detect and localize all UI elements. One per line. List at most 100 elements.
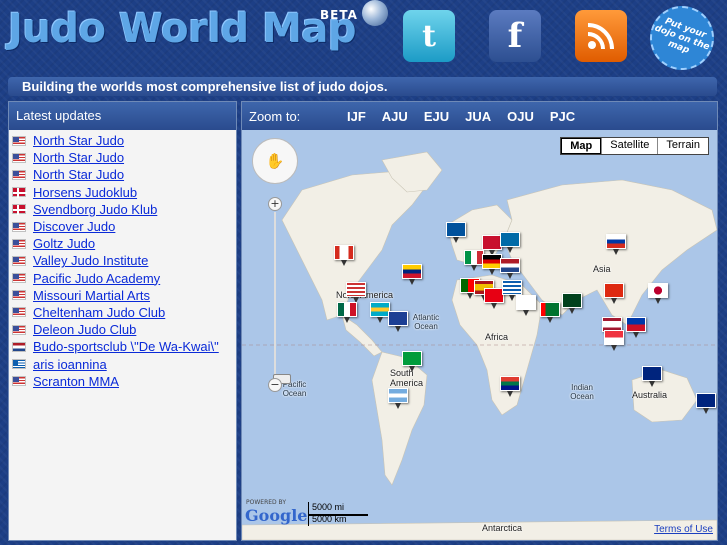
list-item: Pacific Judo Academy: [9, 270, 236, 287]
label-africa: Africa: [485, 332, 509, 342]
map-pin-argentina[interactable]: [388, 388, 408, 409]
map-pin-israel[interactable]: [516, 295, 536, 316]
tagline: Building the worlds most comprehensive l…: [8, 77, 717, 96]
map-pin-pakistan[interactable]: [562, 293, 582, 314]
globe-icon: [362, 0, 388, 26]
map-pin-philippines[interactable]: [626, 317, 646, 338]
map-type-map[interactable]: Map: [561, 138, 602, 154]
label-antarctica: Antarctica: [482, 523, 523, 533]
rss-icon: [587, 23, 614, 50]
map-pin-china[interactable]: [604, 283, 624, 304]
dojo-link[interactable]: Valley Judo Institute: [33, 253, 148, 268]
map-pin-venezuela[interactable]: [402, 264, 422, 285]
dojo-link[interactable]: Budo-sportsclub \"De Wa-Kwai\": [33, 339, 219, 354]
label-indian-ocean: Indian Ocean: [570, 383, 594, 401]
zoom-link-jua[interactable]: JUA: [465, 109, 491, 124]
list-item: aris ioannina: [9, 355, 236, 372]
map-type-control: Map Satellite Terrain: [560, 137, 709, 155]
map-pin-europe-3[interactable]: [464, 250, 484, 271]
powered-by-label: POWERED BY: [246, 499, 287, 506]
list-item: Discover Judo: [9, 218, 236, 235]
facebook-button[interactable]: f: [489, 10, 541, 62]
dojo-link[interactable]: Svendborg Judo Klub: [33, 202, 157, 217]
list-item: Missouri Martial Arts: [9, 287, 236, 304]
zoom-bar: Zoom to: IJF AJU EJU JUA OJU PJC: [242, 102, 717, 130]
map-pin-new-zealand-2[interactable]: [696, 393, 716, 414]
map-pin-canada[interactable]: [334, 245, 354, 266]
map-pin-new-zealand[interactable]: [642, 366, 662, 387]
dojo-link[interactable]: North Star Judo: [33, 133, 124, 148]
map-type-satellite[interactable]: Satellite: [601, 138, 657, 154]
zoom-label: Zoom to:: [249, 108, 301, 124]
map-pin-uae[interactable]: [540, 302, 560, 323]
map-pin-greece[interactable]: [502, 280, 522, 301]
world-map[interactable]: North America Atlantic Ocean Pacific Oce…: [242, 130, 717, 540]
dojo-link[interactable]: Missouri Martial Arts: [33, 288, 150, 303]
dojo-link[interactable]: Pacific Judo Academy: [33, 271, 160, 286]
us-flag-icon: [12, 152, 26, 163]
dojo-link[interactable]: Scranton MMA: [33, 374, 119, 389]
map-pin-singapore[interactable]: [604, 330, 624, 351]
map-pin-south-africa[interactable]: [500, 376, 520, 397]
dojo-link[interactable]: aris ioannina: [33, 357, 107, 372]
facebook-icon: f: [507, 16, 523, 56]
list-item: Budo-sportsclub \"De Wa-Kwai\": [9, 338, 236, 355]
dojo-link[interactable]: Deleon Judo Club: [33, 322, 136, 337]
dojo-link[interactable]: North Star Judo: [33, 150, 124, 165]
list-item: Cheltenham Judo Club: [9, 304, 236, 321]
map-pin-bahamas[interactable]: [370, 302, 390, 323]
map-pin-europe-2[interactable]: [500, 232, 520, 253]
map-pin-iceland[interactable]: [446, 222, 466, 243]
map-pin-usa[interactable]: [346, 282, 366, 303]
hand-icon: ✋: [265, 152, 285, 170]
latest-updates-list: North Star Judo North Star Judo North St…: [9, 130, 236, 390]
zoom-slider-track[interactable]: [273, 212, 291, 384]
dojo-link[interactable]: Horsens Judoklub: [33, 185, 137, 200]
us-flag-icon: [12, 273, 26, 284]
zoom-in-button[interactable]: +: [268, 197, 282, 211]
zoom-link-oju[interactable]: OJU: [507, 109, 534, 124]
list-item: Valley Judo Institute: [9, 252, 236, 269]
zoom-link-pjc[interactable]: PJC: [550, 109, 575, 124]
map-pin-mexico[interactable]: [337, 302, 357, 323]
rss-button[interactable]: [575, 10, 627, 62]
map-pin-caribbean[interactable]: [388, 311, 408, 332]
us-flag-icon: [12, 290, 26, 301]
latest-updates-panel: Latest updates North Star Judo North Sta…: [8, 101, 237, 541]
map-pin-japan[interactable]: [648, 283, 668, 304]
us-flag-icon: [12, 238, 26, 249]
zoom-link-ijf[interactable]: IJF: [347, 109, 366, 124]
map-land: [242, 151, 717, 540]
beta-label: BETA: [320, 8, 358, 22]
label-asia: Asia: [593, 264, 611, 274]
dojo-link[interactable]: Discover Judo: [33, 219, 115, 234]
dojo-link[interactable]: Goltz Judo: [33, 236, 95, 251]
put-your-dojo-badge[interactable]: Put your dojo on the map: [640, 0, 724, 80]
us-flag-icon: [12, 221, 26, 232]
map-pin-tunisia[interactable]: [484, 288, 504, 309]
terms-of-use-link[interactable]: Terms of Use: [654, 524, 713, 535]
latest-updates-title: Latest updates: [9, 102, 236, 130]
google-logo[interactable]: Google: [245, 506, 307, 525]
map-pin-europe-5[interactable]: [500, 258, 520, 279]
dojo-link[interactable]: North Star Judo: [33, 167, 124, 182]
zoom-link-aju[interactable]: AJU: [382, 109, 408, 124]
label-atlantic-ocean: Atlantic Ocean: [412, 313, 440, 331]
twitter-button[interactable]: t: [403, 10, 455, 62]
dojo-link[interactable]: Cheltenham Judo Club: [33, 305, 165, 320]
map-pin-europe-4[interactable]: [482, 254, 502, 275]
map-pin-brazil[interactable]: [402, 351, 422, 372]
map-pin-russia[interactable]: [606, 234, 626, 255]
map-type-terrain[interactable]: Terrain: [657, 138, 708, 154]
netherlands-flag-icon: [12, 341, 26, 352]
zoom-out-button[interactable]: −: [268, 378, 282, 392]
zoom-link-eju[interactable]: EJU: [424, 109, 449, 124]
map-panel: Zoom to: IJF AJU EJU JUA OJU PJC America…: [241, 101, 718, 541]
map-pin-europe-1[interactable]: [482, 235, 502, 256]
pan-control[interactable]: ✋: [252, 138, 298, 184]
scale-miles: 5000 mi: [308, 502, 347, 514]
logo-text[interactable]: Judo World Map: [8, 6, 357, 52]
list-item: North Star Judo: [9, 149, 236, 166]
scale-line: [308, 514, 368, 516]
zoom-control: + −: [268, 197, 291, 392]
